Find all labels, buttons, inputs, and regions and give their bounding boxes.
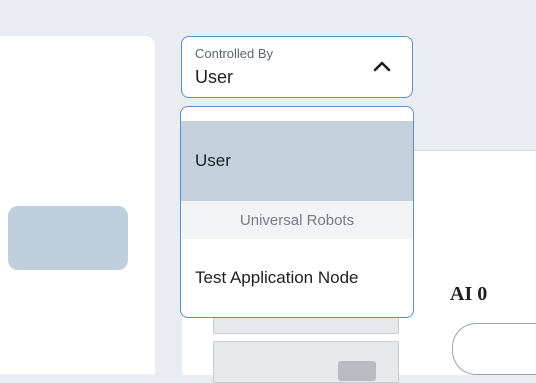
io-value-chip: [338, 361, 376, 381]
option-label: User: [195, 151, 231, 170]
controlled-by-label: Controlled By: [195, 46, 274, 61]
left-panel-button[interactable]: [8, 206, 128, 270]
controlled-by-value: User: [195, 67, 234, 87]
left-panel-card: [0, 36, 155, 374]
controlled-by-dropdown: User Universal Robots Test Application N…: [180, 106, 414, 318]
option-label: Test Application Node: [195, 268, 359, 287]
option-test-application-node[interactable]: Test Application Node: [181, 245, 413, 311]
ai-0-heading: AI 0: [450, 283, 488, 305]
controlled-by-select[interactable]: Controlled By User: [181, 36, 413, 98]
chevron-up-icon: [373, 61, 391, 72]
ai-0-value-field[interactable]: [452, 323, 536, 375]
option-group-label: Universal Robots: [239, 211, 355, 229]
option-user[interactable]: User: [181, 121, 413, 201]
option-group-universal-robots: Universal Robots: [181, 201, 413, 239]
